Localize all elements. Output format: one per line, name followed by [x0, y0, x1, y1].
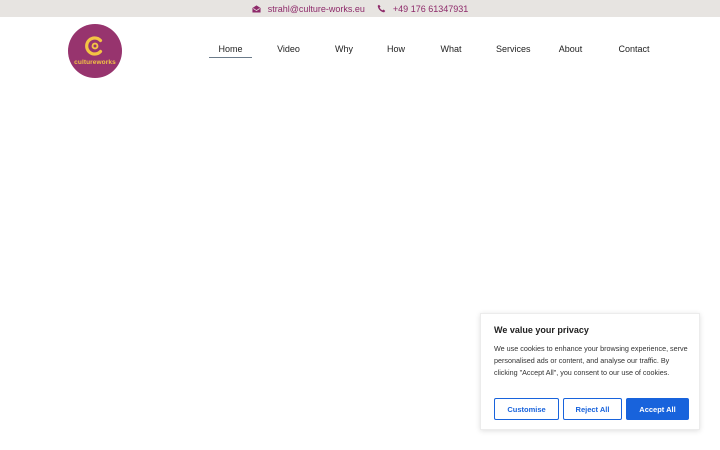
phone-link[interactable]: +49 176 61347931: [393, 4, 468, 14]
phone-contact[interactable]: +49 176 61347931: [377, 4, 468, 14]
logo-text: cultureworks: [74, 58, 116, 66]
customise-button[interactable]: Customise: [494, 398, 559, 420]
accept-all-button[interactable]: Accept All: [626, 398, 689, 420]
nav-item-contact[interactable]: Contact: [617, 43, 651, 55]
reject-all-button[interactable]: Reject All: [563, 398, 622, 420]
main-navigation: Home Video Why How What Services About C…: [209, 43, 651, 58]
cookie-actions: Customise Reject All Accept All: [494, 398, 689, 420]
envelope-open-icon: [252, 5, 261, 13]
nav-item-why[interactable]: Why: [335, 43, 353, 55]
cookie-title: We value your privacy: [494, 325, 589, 335]
top-contact-bar: strahl@culture-works.eu +49 176 61347931: [0, 0, 720, 17]
cultureworks-logo[interactable]: cultureworks: [68, 24, 122, 78]
cookie-consent-banner: We value your privacy We use cookies to …: [480, 313, 700, 430]
logo-c-mark-icon: [85, 35, 103, 56]
nav-item-what[interactable]: What: [440, 43, 462, 55]
phone-icon: [377, 4, 386, 13]
site-header: cultureworks Home Video Why How What Ser…: [0, 17, 720, 83]
cookie-description: We use cookies to enhance your browsing …: [494, 344, 688, 377]
nav-item-how[interactable]: How: [387, 43, 405, 55]
nav-item-home[interactable]: Home: [209, 43, 252, 58]
email-link[interactable]: strahl@culture-works.eu: [268, 4, 365, 14]
email-contact[interactable]: strahl@culture-works.eu: [252, 4, 365, 14]
nav-item-video[interactable]: Video: [277, 43, 300, 55]
nav-item-services[interactable]: Services: [496, 43, 531, 55]
nav-item-about[interactable]: About: [558, 43, 583, 55]
